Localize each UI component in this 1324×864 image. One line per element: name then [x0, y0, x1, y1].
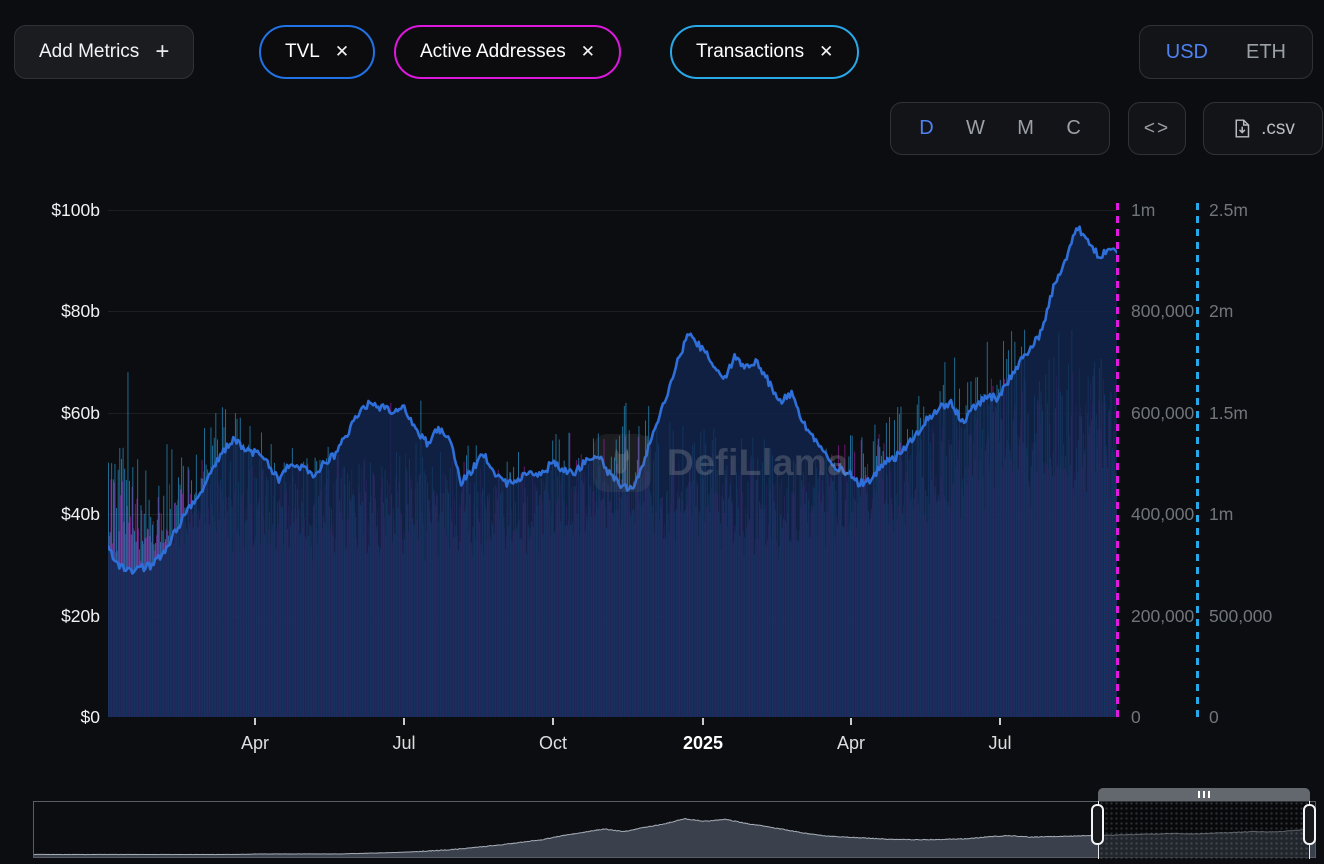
tvl-axis-label: $80b — [0, 300, 100, 322]
tvl-axis-label: $60b — [0, 402, 100, 424]
active-addresses-axis-label: 1m — [1131, 199, 1155, 221]
grip-icon — [1198, 791, 1200, 798]
brush-handle-right[interactable] — [1303, 804, 1316, 845]
x-axis-tick — [552, 718, 554, 725]
active-addresses-axis-label: 400,000 — [1131, 503, 1194, 525]
x-axis-label: Oct — [508, 733, 598, 754]
active-addresses-axis-label: 600,000 — [1131, 402, 1194, 424]
transactions-axis-label: 500,000 — [1209, 605, 1272, 627]
x-axis-label: Jul — [359, 733, 449, 754]
x-axis-label: Apr — [806, 733, 896, 754]
main-chart: $100b $80b $60b $40b $20b $0 1m 800,000 600,000… — [0, 0, 1324, 786]
transactions-axis-label: 2m — [1209, 300, 1233, 322]
brush-drag-bar[interactable] — [1098, 788, 1310, 801]
active-addresses-axis-label: 0 — [1131, 706, 1141, 728]
x-axis-label: Jul — [955, 733, 1045, 754]
transactions-axis-label: 0 — [1209, 706, 1219, 728]
navigator — [0, 786, 1324, 864]
transactions-axis-line — [1196, 203, 1199, 717]
x-axis-tick — [254, 718, 256, 725]
tvl-axis-label: $0 — [0, 706, 100, 728]
x-axis-label: Apr — [210, 733, 300, 754]
transactions-axis-label: 2.5m — [1209, 199, 1248, 221]
x-axis-tick — [403, 718, 405, 725]
brush-selection[interactable] — [1098, 801, 1310, 859]
tvl-axis-label: $20b — [0, 605, 100, 627]
tvl-axis-label: $100b — [0, 199, 100, 221]
x-axis-tick — [999, 718, 1001, 725]
x-axis-tick — [702, 718, 704, 725]
tvl-axis-label: $40b — [0, 503, 100, 525]
active-addresses-axis-label: 200,000 — [1131, 605, 1194, 627]
transactions-axis-label: 1m — [1209, 503, 1233, 525]
x-axis-label: 2025 — [658, 733, 748, 754]
chart-canvas[interactable] — [108, 190, 1117, 717]
x-axis-tick — [850, 718, 852, 725]
active-addresses-axis-label: 800,000 — [1131, 300, 1194, 322]
brush-handle-left[interactable] — [1091, 804, 1104, 845]
active-addresses-axis-line — [1116, 203, 1119, 717]
transactions-axis-label: 1.5m — [1209, 402, 1248, 424]
